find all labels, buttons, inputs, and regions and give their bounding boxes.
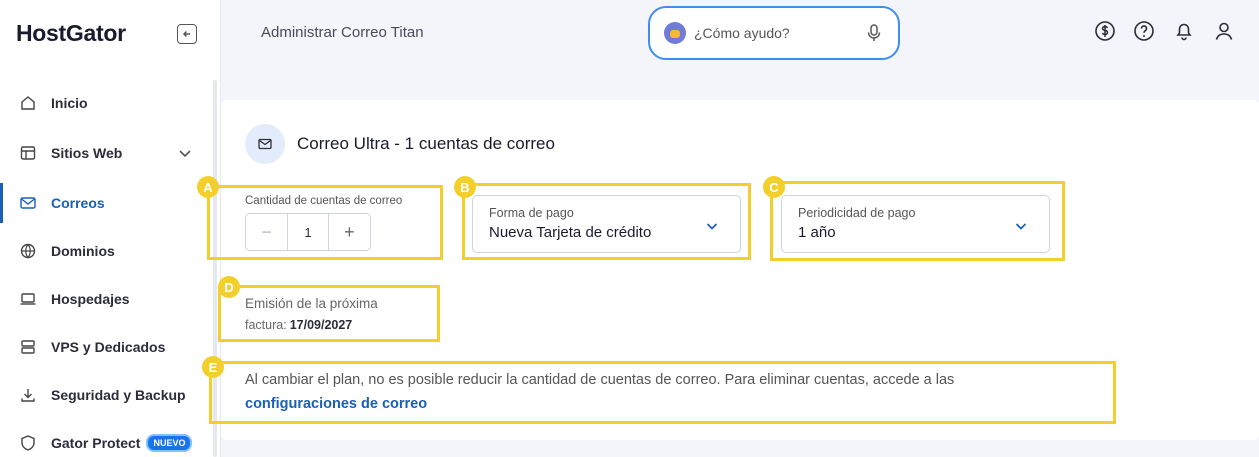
- payment-method-value: Nueva Tarjeta de crédito: [489, 224, 652, 241]
- user-icon[interactable]: [1213, 20, 1235, 42]
- collapse-sidebar-button[interactable]: [177, 24, 197, 44]
- server-icon: [19, 338, 37, 356]
- sidebar-item-inicio[interactable]: Inicio: [0, 83, 212, 123]
- dollar-icon[interactable]: [1094, 20, 1116, 42]
- chevron-down-icon: [1015, 223, 1027, 230]
- sidebar-item-label: Correos: [51, 195, 105, 211]
- increment-button[interactable]: +: [329, 214, 370, 250]
- help-icon[interactable]: [1133, 20, 1155, 42]
- sidebar-item-label: Dominios: [51, 243, 115, 259]
- quantity-stepper[interactable]: − 1 +: [245, 213, 371, 251]
- sidebar-item-label: Sitios Web: [51, 145, 123, 161]
- chevron-down-icon: [706, 223, 718, 230]
- mail-icon: [245, 124, 285, 164]
- marker-b: B: [454, 176, 476, 198]
- marker-a: A: [197, 176, 219, 198]
- plan-title: Correo Ultra - 1 cuentas de correo: [297, 134, 555, 153]
- help-search[interactable]: ¿Cómo ayudo?: [648, 6, 900, 60]
- download-icon: [19, 386, 37, 404]
- payment-period-select[interactable]: Periodicidad de pago 1 año: [781, 195, 1050, 253]
- microphone-icon[interactable]: [864, 23, 884, 43]
- decrement-button[interactable]: −: [246, 214, 287, 250]
- next-invoice-label: Emisión de la próxima: [245, 296, 378, 311]
- quantity-value[interactable]: 1: [287, 214, 329, 250]
- next-invoice-date: 17/09/2027: [289, 318, 353, 332]
- assistant-avatar-icon: [664, 22, 686, 44]
- page-title: Administrar Correo Titan: [261, 24, 424, 41]
- bell-icon[interactable]: [1173, 20, 1195, 42]
- marker-e: E: [202, 356, 224, 378]
- sidebar-item-label: Inicio: [51, 95, 88, 111]
- sidebar-item-label: Hospedajes: [51, 291, 130, 307]
- mail-icon: [19, 194, 37, 212]
- plan-change-note: Al cambiar el plan, no es posible reduci…: [245, 372, 955, 388]
- shield-icon: [19, 434, 37, 452]
- search-input[interactable]: ¿Cómo ayudo?: [694, 25, 864, 41]
- layout-icon: [19, 144, 37, 162]
- sidebar: HostGator Inicio Sitios Web Correos Domi…: [0, 0, 221, 457]
- sidebar-item-label: VPS y Dedicados: [51, 339, 166, 355]
- sidebar-item-label: Gator Protect: [51, 435, 141, 451]
- sidebar-item-correos[interactable]: Correos: [0, 183, 212, 223]
- marker-c: C: [763, 176, 785, 198]
- payment-method-select[interactable]: Forma de pago Nueva Tarjeta de crédito: [472, 195, 741, 253]
- next-invoice-row: factura: 17/09/2027: [245, 318, 352, 332]
- quantity-label: Cantidad de cuentas de correo: [245, 195, 403, 207]
- brand-logo[interactable]: HostGator: [16, 20, 126, 47]
- highlight-box-e: [209, 361, 1116, 424]
- sidebar-item-label: Seguridad y Backup: [51, 387, 186, 403]
- globe-icon: [19, 242, 37, 260]
- new-badge: NUEVO: [146, 434, 193, 452]
- laptop-icon: [19, 290, 37, 308]
- email-settings-link[interactable]: configuraciones de correo: [245, 396, 427, 412]
- highlight-box-d: [218, 285, 440, 342]
- chevron-down-icon[interactable]: [177, 145, 193, 161]
- sidebar-item-hospedajes[interactable]: Hospedajes: [0, 279, 212, 319]
- marker-d: D: [218, 276, 240, 298]
- payment-period-label: Periodicidad de pago: [798, 206, 916, 220]
- arrow-left-icon: [182, 30, 190, 38]
- sidebar-item-sitios-web[interactable]: Sitios Web: [0, 133, 212, 173]
- home-icon: [19, 94, 37, 112]
- sidebar-item-seguridad[interactable]: Seguridad y Backup: [0, 375, 212, 415]
- payment-method-label: Forma de pago: [489, 206, 574, 220]
- sidebar-item-dominios[interactable]: Dominios: [0, 231, 212, 271]
- sidebar-item-vps[interactable]: VPS y Dedicados: [0, 327, 212, 367]
- payment-period-value: 1 año: [798, 224, 836, 241]
- sidebar-item-gator-protect[interactable]: Gator Protect NUEVO: [0, 423, 212, 457]
- next-invoice-label-suffix: factura:: [245, 318, 287, 332]
